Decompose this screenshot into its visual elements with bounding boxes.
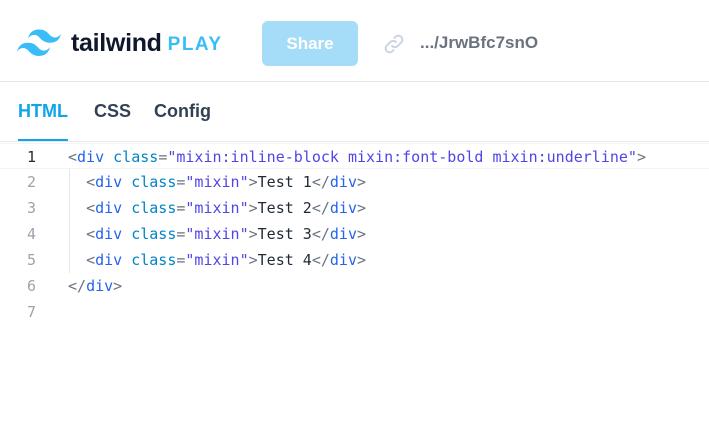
code-token-value: "mixin" [185,225,249,243]
code-token-end-tag: div [329,173,357,191]
code-token-attr: class [131,173,177,191]
code-line[interactable]: 7 [0,299,709,325]
code-token-end-open: </ [311,173,330,191]
code-token-text: Test 2 [257,199,312,217]
line-number: 3 [26,199,36,217]
tab-html[interactable]: HTML [18,101,68,122]
line-number: 1 [26,148,36,166]
code-token-open: < [86,199,96,217]
code-text: <div class="mixin">Test 4</div> [68,247,366,273]
code-text: <div class="mixin">Test 1</div> [68,169,366,195]
link-icon[interactable] [382,32,406,56]
code-text: <div class="mixin">Test 3</div> [68,221,366,247]
code-token-end-open: </ [311,225,330,243]
share-short-url[interactable]: .../JrwBfc7snO [420,33,538,53]
code-token-tag: div [95,251,123,269]
code-line[interactable]: 4 <div class="mixin">Test 3</div> [0,221,709,247]
code-token-attr: class [131,225,177,243]
line-number: 2 [26,173,36,191]
code-token-end-open: </ [311,199,330,217]
code-token-tag: div [77,148,105,166]
code-line[interactable]: 1 <div class="mixin:inline-block mixin:fo… [0,143,709,169]
code-token-close: > [636,148,646,166]
line-number: 5 [26,251,36,269]
code-token-value: "mixin" [185,173,249,191]
code-token-tag: div [95,199,123,217]
code-token-end-tag: div [86,277,114,295]
editor-tabs: HTML CSS Config [0,82,709,142]
code-token-open: < [86,225,96,243]
code-token-end-close: > [357,251,367,269]
logo-play-label: PLAY [167,33,223,55]
code-token-eq: = [158,148,168,166]
code-text: <div class="mixin">Test 2</div> [68,195,366,221]
code-text: </div> [68,273,122,299]
code-token-end-tag: div [329,251,357,269]
code-token-attr: class [131,251,177,269]
tailwind-play-logo[interactable]: tailwind PLAY [17,27,223,59]
code-token-text: Test 4 [257,251,312,269]
code-line[interactable]: 3 <div class="mixin">Test 2</div> [0,195,709,221]
code-token-close: > [248,173,258,191]
code-token-open: < [86,251,96,269]
share-button[interactable]: Share [262,21,358,66]
tab-config[interactable]: Config [154,101,211,122]
code-token-indent [68,199,86,217]
code-token-value: "mixin" [185,199,249,217]
code-token-close: > [248,199,258,217]
code-token-indent [68,251,86,269]
code-token-end-open: </ [311,251,330,269]
code-token-tag: div [95,173,123,191]
tailwind-wave-icon [17,29,61,56]
code-token-text: Test 1 [257,173,312,191]
code-token-end-close: > [357,225,367,243]
code-token-end-tag: div [329,199,357,217]
code-token-attr: class [113,148,159,166]
code-line[interactable]: 2 <div class="mixin">Test 1</div> [0,169,709,195]
code-token-attr: class [131,199,177,217]
code-token-end-close: > [357,199,367,217]
logo-wordmark: tailwind [71,28,162,57]
line-number: 7 [26,303,36,321]
code-token-indent [68,173,86,191]
code-token-value: "mixin" [185,251,249,269]
app-header: tailwind PLAY Share .../JrwBfc7snO [0,0,709,82]
code-token-text: Test 3 [257,225,312,243]
code-editor[interactable]: 1 <div class="mixin:inline-block mixin:fo… [0,143,709,431]
code-token-open: < [68,148,78,166]
line-number: 6 [26,277,36,295]
code-token-value: "mixin:inline-block mixin:font-bold mixi… [167,148,637,166]
code-token-end-open: </ [68,277,87,295]
code-text: <div class="mixin:inline-block mixin:fon… [68,144,646,170]
code-token-end-close: > [357,173,367,191]
code-token-end-tag: div [329,225,357,243]
code-line[interactable]: 5 <div class="mixin">Test 4</div> [0,247,709,273]
tab-css[interactable]: CSS [94,101,131,122]
code-token-close: > [248,251,258,269]
code-token-open: < [86,173,96,191]
active-tab-indicator [18,139,68,141]
code-line[interactable]: 6 </div> [0,273,709,299]
line-number: 4 [26,225,36,243]
code-token-tag: div [95,225,123,243]
code-token-close: > [248,225,258,243]
code-token-indent [68,225,86,243]
code-token-end-close: > [113,277,123,295]
